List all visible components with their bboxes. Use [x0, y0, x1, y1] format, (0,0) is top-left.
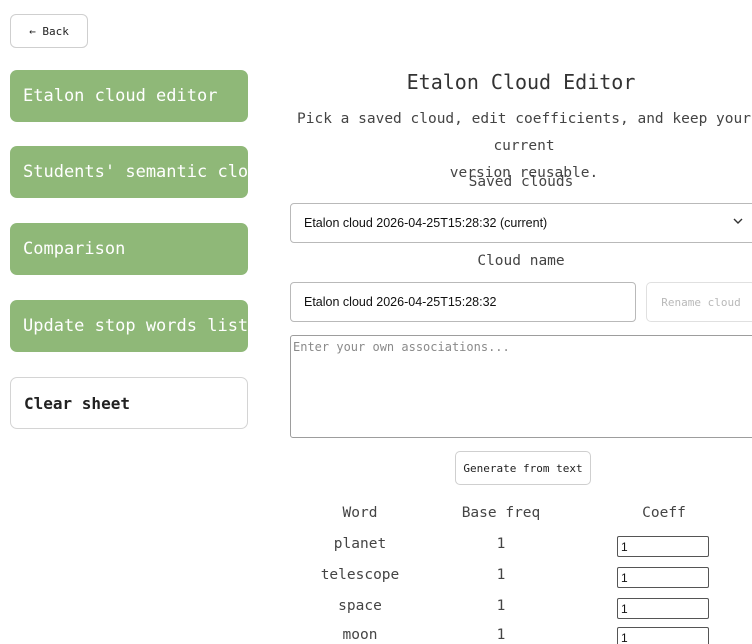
page-title: Etalon Cloud Editor: [406, 70, 636, 94]
word-cell: telescope: [320, 567, 400, 583]
coeff-input[interactable]: 1: [617, 627, 709, 644]
coeff-input[interactable]: 1: [617, 567, 709, 588]
word-cell: moon: [342, 627, 378, 643]
cloud-name-input[interactable]: Etalon cloud 2026-04-25T15:28:32: [290, 282, 636, 322]
saved-clouds-label: Saved clouds: [468, 174, 574, 190]
base-freq-cell: 1: [496, 598, 506, 614]
base-freq-cell: 1: [496, 627, 506, 643]
page: ← Back Etalon cloud editor Students' sem…: [0, 0, 752, 644]
header-word: Word: [342, 505, 378, 521]
coeff-input[interactable]: 1: [617, 598, 709, 619]
nav-etalon-cloud-editor[interactable]: Etalon cloud editor: [10, 70, 248, 122]
back-button[interactable]: ← Back: [10, 14, 88, 48]
chevron-down-icon: [733, 218, 743, 224]
word-cell: space: [338, 598, 382, 614]
nav-comparison[interactable]: Comparison: [10, 223, 248, 275]
cloud-name-label: Cloud name: [477, 253, 565, 269]
subtitle-line-1: Pick a saved cloud, edit coefficients, a…: [297, 111, 751, 154]
rename-cloud-button[interactable]: Rename cloud: [646, 282, 752, 322]
coeff-input[interactable]: 1: [617, 536, 709, 557]
generate-from-text-button[interactable]: Generate from text: [455, 451, 591, 485]
word-cell: planet: [333, 536, 387, 552]
header-coeff: Coeff: [642, 505, 686, 521]
clear-sheet-button[interactable]: Clear sheet: [10, 377, 248, 429]
associations-textarea[interactable]: Enter your own associations...: [290, 335, 752, 438]
header-base-freq: Base freq: [461, 505, 541, 521]
saved-clouds-selected-value: Etalon cloud 2026-04-25T15:28:32 (curren…: [304, 216, 548, 230]
nav-students-semantic-cloud[interactable]: Students' semantic cloud: [10, 146, 269, 198]
base-freq-cell: 1: [496, 536, 506, 552]
nav-update-stop-words[interactable]: Update stop words list: [10, 300, 248, 352]
saved-clouds-select[interactable]: Etalon cloud 2026-04-25T15:28:32 (curren…: [290, 203, 752, 243]
base-freq-cell: 1: [496, 567, 506, 583]
